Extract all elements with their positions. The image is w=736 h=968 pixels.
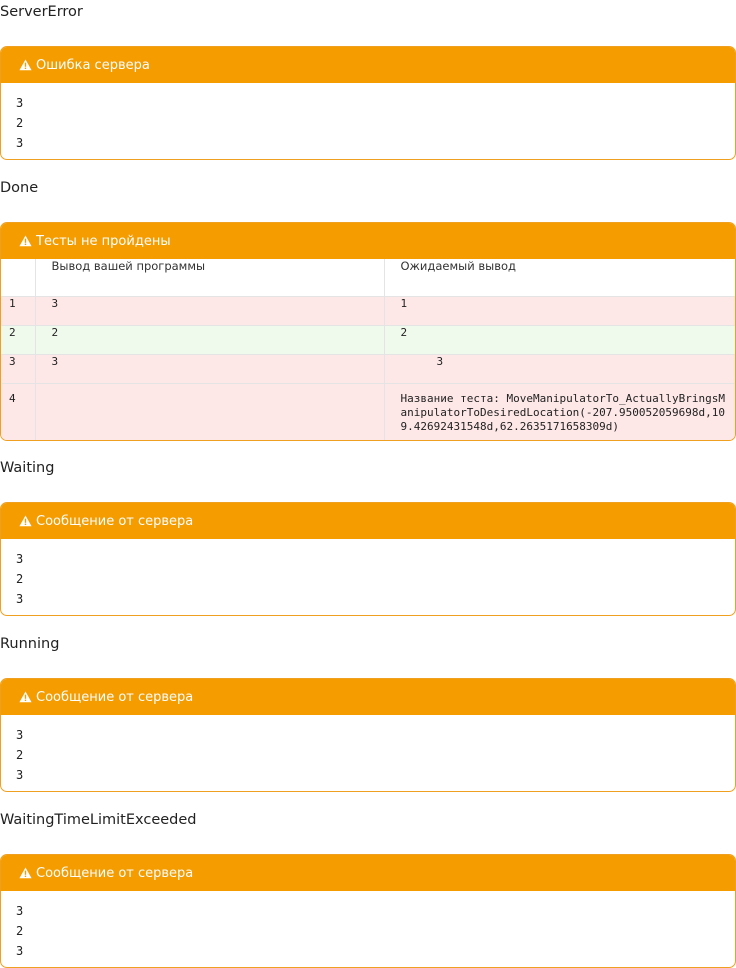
row-number: 3 (1, 354, 36, 384)
output-line: 3 (16, 592, 24, 606)
row-expected: 1 (384, 296, 735, 326)
warning-triangle-icon (19, 867, 32, 879)
output-line: 3 (16, 96, 24, 110)
panel-header: Ошибка сервера (1, 47, 735, 83)
header-num (1, 259, 36, 297)
warning-triangle-icon (19, 235, 32, 247)
state-label-done: Done (0, 180, 39, 196)
state-label-servererror: ServerError (0, 4, 83, 20)
warning-triangle-icon (19, 59, 32, 71)
state-label-waiting-time-limit-exceeded: WaitingTimeLimitExceeded (0, 812, 197, 828)
header-your-output: Вывод вашей программы (35, 259, 385, 297)
panel-header: Тесты не пройдены (1, 223, 735, 259)
row-output: 3 (35, 296, 385, 326)
panel-title: Сообщение от сервера (36, 513, 194, 529)
server-message-panel: Сообщение от сервера 3 2 3 (0, 678, 736, 792)
row-number: 2 (1, 325, 36, 355)
table-row: 3 3 3 (1, 354, 735, 384)
row-expected: 2 (384, 325, 735, 355)
state-label-running: Running (0, 636, 60, 652)
panel-body: 3 2 3 (1, 715, 735, 791)
panel-title: Сообщение от сервера (36, 689, 194, 705)
panel-header: Сообщение от сервера (1, 679, 735, 715)
warning-triangle-icon (19, 691, 32, 703)
output-line: 2 (16, 572, 24, 586)
panel-header: Сообщение от сервера (1, 503, 735, 539)
row-expected: Название теста: MoveManipulatorTo_Actual… (400, 391, 726, 433)
table-row: 1 3 1 (1, 296, 735, 326)
table-row: 2 2 2 (1, 325, 735, 355)
row-expected-cell: 3 (384, 354, 735, 384)
panel-header: Сообщение от сервера (1, 855, 735, 891)
panel-title: Ошибка сервера (36, 57, 150, 73)
server-error-panel: Ошибка сервера 3 2 3 (0, 46, 736, 160)
output-line: 3 (16, 552, 24, 566)
comparison-table: Вывод вашей программы Ожидаемый вывод 1 … (1, 259, 735, 440)
warning-triangle-icon (19, 515, 32, 527)
output-line: 2 (16, 748, 24, 762)
panel-body: 3 2 3 (1, 539, 735, 615)
table-row: 4 Название теста: MoveManipulatorTo_Actu… (1, 383, 735, 440)
row-number: 1 (1, 296, 36, 326)
output-line: 3 (16, 136, 24, 150)
panel-title: Тесты не пройдены (36, 233, 171, 249)
row-expected: 3 (436, 354, 444, 368)
row-output (35, 383, 385, 440)
header-expected-output: Ожидаемый вывод (384, 259, 735, 297)
table-header-row: Вывод вашей программы Ожидаемый вывод (1, 259, 735, 297)
output-line: 3 (16, 944, 24, 958)
panel-body: 3 2 3 (1, 83, 735, 159)
state-label-waiting: Waiting (0, 460, 55, 476)
server-message-panel: Сообщение от сервера 3 2 3 (0, 502, 736, 616)
row-number: 4 (1, 383, 36, 440)
panel-title: Сообщение от сервера (36, 865, 194, 881)
output-line: 2 (16, 924, 24, 938)
output-line: 3 (16, 768, 24, 782)
server-message-panel: Сообщение от сервера 3 2 3 (0, 854, 736, 968)
tests-failed-panel: Тесты не пройдены Вывод вашей программы … (0, 222, 736, 441)
output-line: 3 (16, 904, 24, 918)
panel-body: 3 2 3 (1, 891, 735, 967)
row-output: 3 (35, 354, 385, 384)
output-line: 2 (16, 116, 24, 130)
output-line: 3 (16, 728, 24, 742)
row-output: 2 (35, 325, 385, 355)
